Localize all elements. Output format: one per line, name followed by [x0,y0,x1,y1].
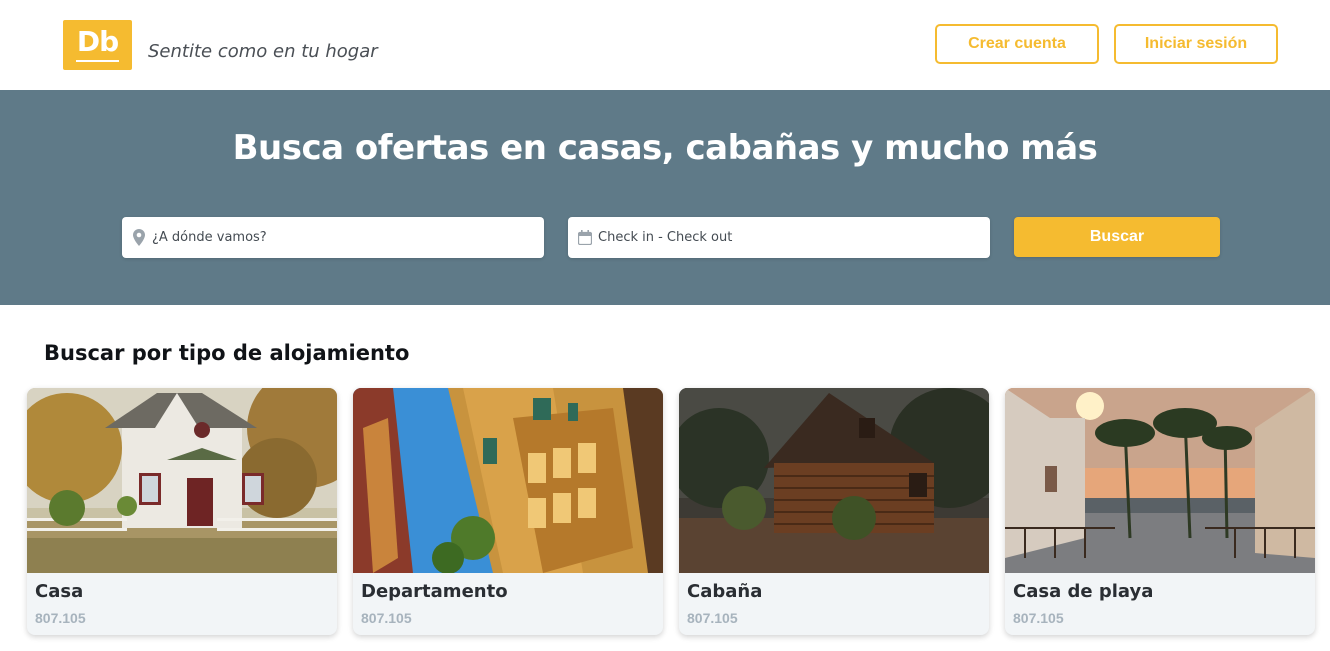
tagline: Sentite como en tu hogar [148,41,378,62]
category-count: 807.105 [1013,610,1064,626]
login-button[interactable]: Iniciar sesión [1114,24,1278,64]
category-count: 807.105 [361,610,412,626]
create-account-button[interactable]: Crear cuenta [935,24,1099,64]
category-card-casa[interactable]: Casa 807.105 [27,388,337,635]
dates-input[interactable] [598,230,958,245]
beach-house-photo [1005,388,1315,573]
search-hero: Busca ofertas en casas, cabañas y mucho … [0,90,1330,305]
category-label: Cabaña [687,581,763,602]
apartment-photo [353,388,663,573]
calendar-icon [578,229,592,247]
map-pin-icon [132,229,146,247]
destination-field[interactable] [122,217,544,258]
category-label: Casa [35,581,84,602]
logo-underline [76,60,119,62]
house-photo [27,388,337,573]
category-card-departamento[interactable]: Departamento 807.105 [353,388,663,635]
category-count: 807.105 [35,610,86,626]
destination-input[interactable] [152,230,512,245]
categories-title: Buscar por tipo de alojamiento [44,341,410,365]
category-label: Departamento [361,581,508,602]
hero-title: Busca ofertas en casas, cabañas y mucho … [232,128,1098,168]
category-label: Casa de playa [1013,581,1154,602]
search-button[interactable]: Buscar [1014,217,1220,257]
category-card-casa-de-playa[interactable]: Casa de playa 807.105 [1005,388,1315,635]
top-header: Db Sentite como en tu hogar Crear cuenta… [0,0,1330,90]
dates-field[interactable] [568,217,990,258]
logo-text: Db [76,25,119,58]
cabin-photo [679,388,989,573]
category-card-cabana[interactable]: Cabaña 807.105 [679,388,989,635]
brand-logo[interactable]: Db [63,20,132,70]
category-count: 807.105 [687,610,738,626]
